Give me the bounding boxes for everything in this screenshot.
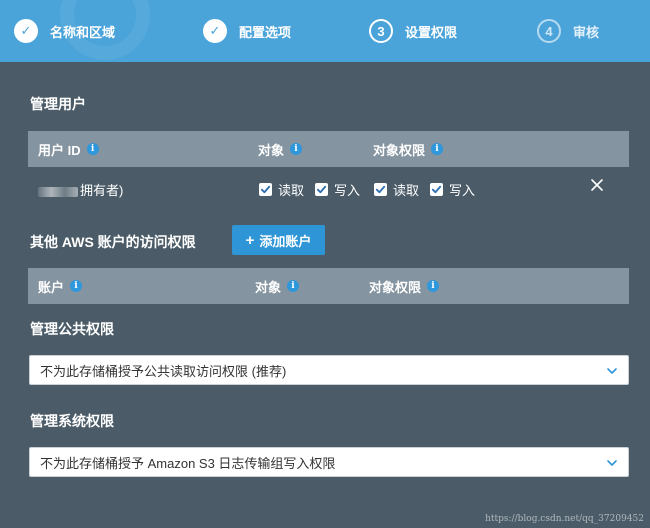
info-icon[interactable]: i: [290, 143, 303, 155]
col-object-permissions: 对象权限 i: [369, 268, 440, 304]
select-value: 不为此存储桶授予公共读取访问权限 (推荐): [40, 363, 287, 379]
step-name-region[interactable]: ✓ 名称和区域: [14, 0, 115, 62]
col-object: 对象 i: [258, 131, 303, 167]
checkmark-icon: [374, 183, 387, 196]
system-permissions-select[interactable]: 不为此存储桶授予 Amazon S3 日志传输组写入权限: [29, 447, 629, 477]
public-permissions-select[interactable]: 不为此存储桶授予公共读取访问权限 (推荐): [29, 355, 629, 385]
wizard-stepper: ✓ 名称和区域 ✓ 配置选项 3 设置权限 4 审核: [0, 0, 650, 62]
public-permissions-title: 管理公共权限: [30, 321, 114, 337]
info-icon[interactable]: i: [427, 280, 440, 292]
step-done-check-icon: ✓: [14, 19, 38, 43]
info-icon[interactable]: i: [287, 280, 300, 292]
close-icon[interactable]: [590, 178, 604, 192]
step-label: 配置选项: [239, 24, 292, 40]
system-permissions-title: 管理系统权限: [30, 413, 114, 429]
object-read-checkbox[interactable]: 读取: [259, 180, 304, 199]
plus-icon: +: [245, 231, 255, 249]
checkmark-icon: [315, 183, 328, 196]
info-icon[interactable]: i: [431, 143, 444, 155]
info-icon[interactable]: i: [86, 143, 99, 155]
other-accounts-title: 其他 AWS 账户的访问权限: [30, 234, 196, 250]
step-number: 4: [537, 19, 561, 43]
manage-users-title: 管理用户: [30, 96, 86, 112]
col-object: 对象 i: [255, 268, 300, 304]
step-label: 名称和区域: [50, 24, 116, 40]
chevron-down-icon: [607, 368, 617, 374]
owner-user-row: 拥有者) 读取 写入 读取 写入: [28, 168, 629, 208]
col-account: 账户 i: [38, 268, 83, 304]
checkmark-icon: [430, 183, 443, 196]
step-done-check-icon: ✓: [203, 19, 227, 43]
checkmark-icon: [259, 183, 272, 196]
object-write-checkbox[interactable]: 写入: [315, 180, 360, 199]
watermark: https://blog.csdn.net/qq_37209452: [485, 514, 644, 524]
chevron-down-icon: [607, 460, 617, 466]
users-table-header: 用户 ID i 对象 i 对象权限 i: [28, 131, 629, 167]
step-review[interactable]: 4 审核: [537, 0, 599, 62]
col-user-id: 用户 ID i: [38, 131, 99, 167]
accounts-table-header: 账户 i 对象 i 对象权限 i: [28, 268, 629, 304]
step-configure-options[interactable]: ✓ 配置选项: [203, 0, 291, 62]
step-label: 设置权限: [405, 24, 458, 40]
step-number: 3: [369, 19, 393, 43]
add-account-button[interactable]: + 添加账户: [232, 225, 325, 255]
permission-write-checkbox[interactable]: 写入: [430, 180, 475, 199]
col-object-permissions: 对象权限 i: [373, 131, 444, 167]
owner-name: 拥有者): [38, 180, 123, 199]
step-set-permissions[interactable]: 3 设置权限: [369, 0, 457, 62]
redacted-text: [38, 186, 78, 197]
select-value: 不为此存储桶授予 Amazon S3 日志传输组写入权限: [40, 455, 336, 471]
permission-read-checkbox[interactable]: 读取: [374, 180, 419, 199]
info-icon[interactable]: i: [70, 280, 83, 292]
step-label: 审核: [573, 24, 600, 40]
